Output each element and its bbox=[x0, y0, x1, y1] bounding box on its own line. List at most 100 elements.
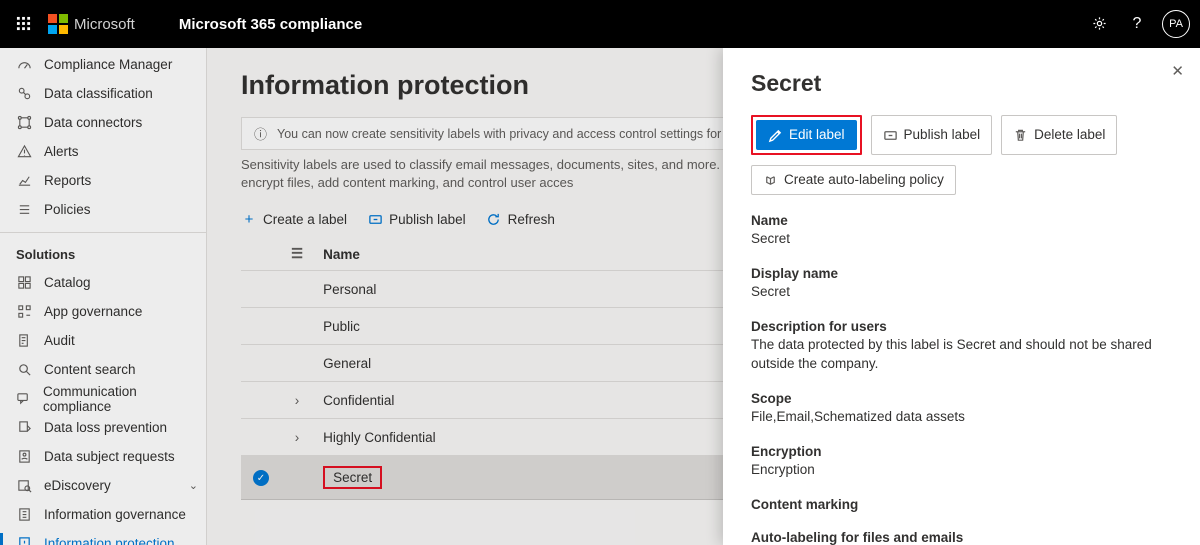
nav-item-label: Content search bbox=[44, 362, 136, 377]
nav-item-label: Alerts bbox=[44, 144, 79, 159]
field-display-label: Display name bbox=[751, 266, 1172, 281]
nav-item-label: Compliance Manager bbox=[44, 57, 172, 72]
chevron-right-icon[interactable]: › bbox=[295, 393, 300, 408]
nav-item-label: Data loss prevention bbox=[44, 420, 167, 435]
nav-item-label: Information governance bbox=[44, 507, 186, 522]
publish-label-panel-button[interactable]: Publish label bbox=[871, 115, 993, 155]
field-autolabel-label: Auto-labeling for files and emails bbox=[751, 530, 1172, 545]
nav-item-information-protection[interactable]: Information protection bbox=[0, 529, 206, 545]
igov-icon bbox=[16, 507, 32, 522]
auto-labeling-button[interactable]: Create auto-labeling policy bbox=[751, 165, 956, 195]
publish-label-text: Publish label bbox=[389, 212, 466, 227]
nav-item-data-loss-prevention[interactable]: Data loss prevention bbox=[0, 413, 206, 442]
comm-icon bbox=[16, 391, 31, 406]
field-scope-label: Scope bbox=[751, 391, 1172, 406]
check-icon: ✓ bbox=[253, 470, 269, 486]
nav-item-label: Data subject requests bbox=[44, 449, 175, 464]
field-enc-value: Encryption bbox=[751, 461, 1172, 479]
nav-item-communication-compliance[interactable]: Communication compliance bbox=[0, 384, 206, 413]
nav-item-compliance-manager[interactable]: Compliance Manager bbox=[0, 50, 206, 79]
nav-item-data-classification[interactable]: Data classification bbox=[0, 79, 206, 108]
publish-icon bbox=[883, 127, 898, 143]
connector-icon bbox=[16, 115, 32, 130]
brand-name: Microsoft bbox=[74, 16, 135, 33]
nav-item-content-search[interactable]: Content search bbox=[0, 355, 206, 384]
publish-label-panel-text: Publish label bbox=[904, 127, 981, 142]
plus-icon: + bbox=[241, 211, 257, 228]
nav-item-data-subject-requests[interactable]: Data subject requests bbox=[0, 442, 206, 471]
create-label-text: Create a label bbox=[263, 212, 347, 227]
nav-section-solutions: Solutions bbox=[0, 232, 206, 268]
field-desc-label: Description for users bbox=[751, 319, 1172, 334]
policy-icon bbox=[16, 202, 32, 217]
nav-item-data-connectors[interactable]: Data connectors bbox=[0, 108, 206, 137]
nav-item-label: Audit bbox=[44, 333, 75, 348]
auto-labeling-text: Create auto-labeling policy bbox=[784, 172, 944, 187]
global-header: Microsoft Microsoft 365 compliance ? PA bbox=[0, 0, 1200, 48]
refresh-button[interactable]: Refresh bbox=[486, 212, 555, 227]
auto-icon bbox=[763, 172, 778, 188]
publish-icon bbox=[367, 212, 383, 227]
delete-label-button[interactable]: Delete label bbox=[1001, 115, 1117, 155]
nav-item-audit[interactable]: Audit bbox=[0, 326, 206, 355]
field-scope-value: File,Email,Schematized data assets bbox=[751, 408, 1172, 426]
nav-item-label: Data classification bbox=[44, 86, 153, 101]
nav-item-alerts[interactable]: Alerts bbox=[0, 137, 206, 166]
nav-item-label: Data connectors bbox=[44, 115, 142, 130]
edit-highlight-box: Edit label bbox=[751, 115, 862, 155]
field-marking-label: Content marking bbox=[751, 497, 1172, 512]
alert-icon bbox=[16, 144, 32, 159]
tag-icon bbox=[16, 86, 32, 101]
name-highlight: Secret bbox=[323, 466, 382, 489]
edisc-icon bbox=[16, 478, 32, 493]
chevron-down-icon: ⌄ bbox=[189, 479, 198, 492]
app-launcher-icon[interactable] bbox=[6, 15, 40, 33]
nav-item-label: Policies bbox=[44, 202, 91, 217]
nav-item-label: Information protection bbox=[44, 536, 175, 545]
nav-item-app-governance[interactable]: App governance bbox=[0, 297, 206, 326]
chevron-right-icon[interactable]: › bbox=[295, 430, 300, 445]
gauge-icon bbox=[16, 57, 32, 72]
help-icon[interactable]: ? bbox=[1118, 15, 1156, 33]
nav-item-label: Catalog bbox=[44, 275, 91, 290]
nav-item-information-governance[interactable]: Information governance bbox=[0, 500, 206, 529]
refresh-text: Refresh bbox=[508, 212, 555, 227]
left-nav: Compliance Manager Data classification Dat… bbox=[0, 48, 207, 545]
edit-label-text: Edit label bbox=[789, 127, 845, 142]
app-title: Microsoft 365 compliance bbox=[179, 16, 362, 33]
microsoft-logo-icon bbox=[48, 14, 68, 34]
refresh-icon bbox=[486, 212, 502, 227]
field-name-value: Secret bbox=[751, 230, 1172, 248]
delete-label-text: Delete label bbox=[1034, 127, 1105, 142]
search-icon bbox=[16, 362, 32, 377]
nav-item-label: eDiscovery bbox=[44, 478, 111, 493]
trash-icon bbox=[1013, 127, 1028, 143]
nav-item-label: Communication compliance bbox=[43, 384, 198, 414]
audit-icon bbox=[16, 333, 32, 348]
create-label-button[interactable]: + Create a label bbox=[241, 211, 347, 228]
brand-logo: Microsoft bbox=[48, 14, 135, 34]
dlp-icon bbox=[16, 420, 32, 435]
info-icon: ⓘ bbox=[254, 124, 267, 143]
avatar[interactable]: PA bbox=[1162, 10, 1190, 38]
edit-label-button[interactable]: Edit label bbox=[756, 120, 857, 150]
field-display-value: Secret bbox=[751, 283, 1172, 301]
avatar-initials: PA bbox=[1169, 18, 1183, 30]
publish-label-button[interactable]: Publish label bbox=[367, 212, 466, 227]
details-panel: ✕ Secret Edit label Publish label Delete… bbox=[723, 48, 1200, 545]
catalog-icon bbox=[16, 275, 32, 290]
close-icon[interactable]: ✕ bbox=[1171, 62, 1184, 80]
field-enc-label: Encryption bbox=[751, 444, 1172, 459]
nav-item-reports[interactable]: Reports bbox=[0, 166, 206, 195]
settings-icon[interactable] bbox=[1080, 15, 1118, 33]
nav-item-catalog[interactable]: Catalog bbox=[0, 268, 206, 297]
appgov-icon bbox=[16, 304, 32, 319]
hierarchy-icon: ☰ bbox=[291, 246, 303, 261]
report-icon bbox=[16, 173, 32, 188]
panel-title: Secret bbox=[751, 70, 1172, 97]
nav-item-policies[interactable]: Policies bbox=[0, 195, 206, 224]
iprot-icon bbox=[16, 536, 32, 545]
nav-item-label: Reports bbox=[44, 173, 91, 188]
dsr-icon bbox=[16, 449, 32, 464]
nav-item-ediscovery[interactable]: eDiscovery ⌄ bbox=[0, 471, 206, 500]
